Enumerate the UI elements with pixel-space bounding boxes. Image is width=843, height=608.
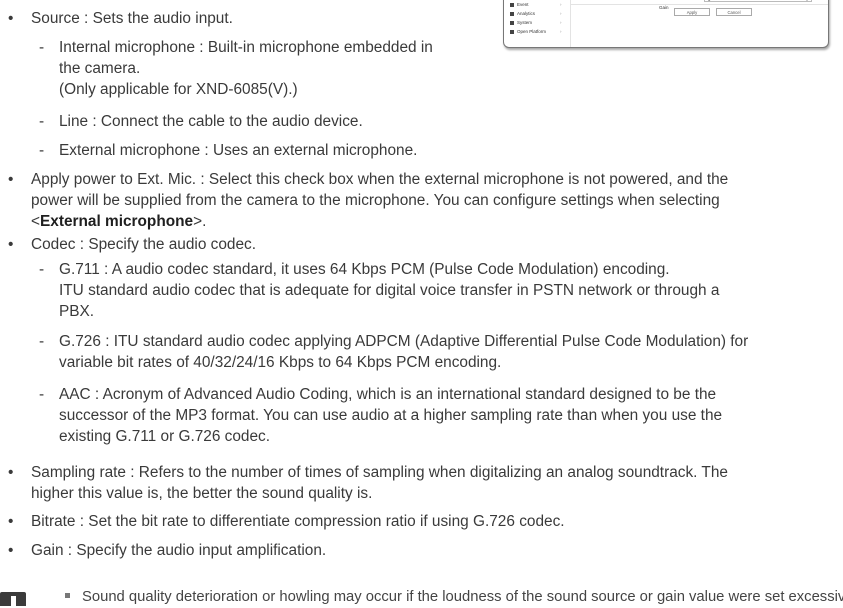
internal-mic-line3: (Only applicable for XND-6085(V).) (59, 81, 298, 98)
note-text: Sound quality deterioration or howling m… (82, 589, 843, 605)
bitrate-text: Bitrate : Set the bit rate to differenti… (31, 513, 565, 530)
aac-line1: AAC : Acronym of Advanced Audio Coding, … (59, 386, 717, 403)
source-text: Source : Sets the audio input. (31, 10, 233, 27)
dash-marker: - (39, 386, 45, 403)
screenshot-sidebar: Event › Analytics › System › Open Platform › (504, 0, 571, 47)
system-icon (510, 20, 514, 25)
internal-mic-line1: Internal microphone : Built-in microphon… (59, 39, 433, 56)
sampling-line1: Sampling rate : Refers to the number of … (31, 464, 728, 481)
screenshot-gain-select: 5▾ (704, 0, 812, 2)
dash-marker: - (39, 113, 45, 130)
open-platform-icon (510, 29, 514, 34)
chevron-right-icon: › (560, 11, 562, 16)
g726-line2: variable bit rates of 40/32/24/16 Kbps t… (59, 354, 502, 371)
bullet-dot: • (8, 542, 14, 559)
audio-setup-screenshot: Event › Analytics › System › Open Platform ›… (503, 0, 829, 48)
bullet-dot: • (8, 513, 14, 530)
bullet-dot: • (8, 236, 14, 253)
screenshot-menu-analytics: Analytics › (510, 11, 562, 17)
screenshot-apply-button: Apply (674, 8, 710, 16)
external-mic-text: External microphone : Uses an external m… (59, 142, 418, 159)
screenshot-menu-open-platform: Open Platform › (510, 29, 562, 35)
g711-line2: ITU standard audio codec that is adequat… (59, 282, 720, 299)
apply-power-line1: Apply power to Ext. Mic. : Select this c… (31, 171, 729, 188)
dash-marker: - (39, 142, 45, 159)
line-text: Line : Connect the cable to the audio de… (59, 113, 363, 130)
apply-power-line2: power will be supplied from the camera t… (31, 192, 720, 209)
external-microphone-bold: External microphone (40, 213, 194, 230)
apply-power-line3: <External microphone>. (31, 213, 207, 230)
screenshot-menu-event: Event › (510, 2, 562, 8)
event-icon (510, 2, 514, 7)
internal-mic-line2: the camera. (59, 60, 141, 77)
screenshot-divider (570, 4, 828, 5)
sampling-line2: higher this value is, the better the sou… (31, 485, 373, 502)
screenshot-menu-system: System › (510, 20, 562, 26)
screenshot-gain-label: Gain (659, 5, 669, 10)
note-square-bullet (65, 592, 70, 598)
aac-line2: successor of the MP3 format. You can use… (59, 407, 723, 424)
dropdown-arrow-icon: ▾ (806, 0, 808, 3)
aac-line3: existing G.711 or G.726 codec. (59, 428, 271, 445)
dash-marker: - (39, 333, 45, 350)
g726-line1: G.726 : ITU standard audio codec applyin… (59, 333, 749, 350)
dash-marker: - (39, 39, 45, 56)
note-icon (0, 592, 26, 606)
bullet-dot: • (8, 171, 14, 188)
bullet-dot: • (8, 10, 14, 27)
screenshot-cancel-button: Cancel (716, 8, 752, 16)
g711-line1: G.711 : A audio codec standard, it uses … (59, 261, 670, 278)
chevron-right-icon: › (560, 20, 562, 25)
codec-text: Codec : Specify the audio codec. (31, 236, 257, 253)
gain-text: Gain : Specify the audio input amplifica… (31, 542, 327, 559)
chevron-right-icon: › (560, 2, 562, 7)
analytics-icon (510, 11, 514, 16)
bullet-dot: • (8, 464, 14, 481)
chevron-right-icon: › (560, 29, 562, 34)
g711-line3: PBX. (59, 303, 95, 320)
dash-marker: - (39, 261, 45, 278)
